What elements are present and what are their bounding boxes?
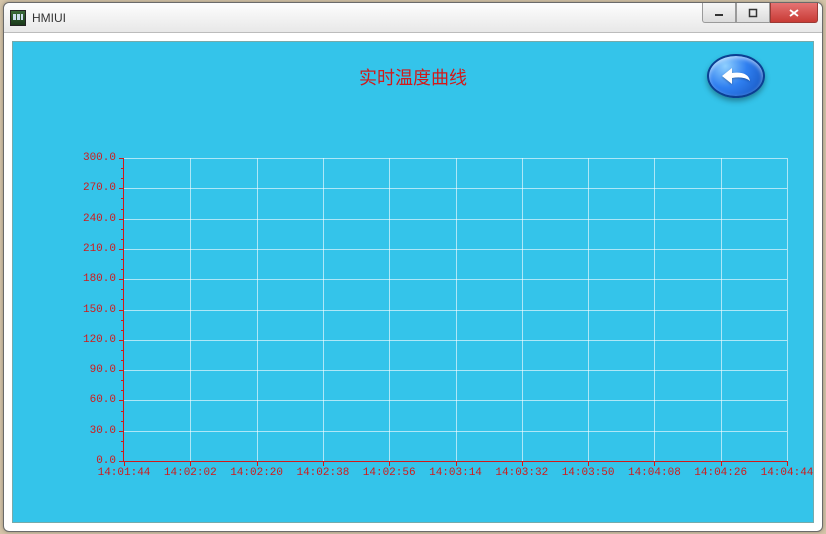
- y-tick-minor: [121, 441, 124, 442]
- y-tick-minor: [121, 269, 124, 270]
- y-tick: [119, 310, 124, 311]
- y-tick-minor: [121, 360, 124, 361]
- x-tick: [654, 461, 655, 466]
- app-icon: [10, 10, 26, 26]
- y-tick: [119, 279, 124, 280]
- close-icon: [788, 8, 800, 18]
- y-tick-minor: [121, 168, 124, 169]
- y-tick-minor: [121, 178, 124, 179]
- minimize-button[interactable]: [702, 3, 736, 23]
- x-axis-label: 14:04:44: [761, 467, 814, 479]
- x-tick: [588, 461, 589, 466]
- y-tick-minor: [121, 411, 124, 412]
- y-tick: [119, 188, 124, 189]
- window-title: HMIUI: [32, 11, 66, 25]
- y-axis-label: 90.0: [90, 364, 116, 376]
- x-axis-label: 14:03:32: [495, 467, 548, 479]
- y-axis-label: 180.0: [83, 273, 116, 285]
- y-tick: [119, 249, 124, 250]
- gridline-vertical: [522, 158, 523, 461]
- temperature-chart: 0.0 30.0 60.0 90.0 120.0 150.0 180.0 210.0 240.0…: [67, 158, 791, 486]
- x-axis-label: 14:04:26: [694, 467, 747, 479]
- y-axis-label: 150.0: [83, 304, 116, 316]
- y-tick-minor: [121, 229, 124, 230]
- y-tick-minor: [121, 198, 124, 199]
- close-button[interactable]: [770, 3, 818, 23]
- x-tick: [787, 461, 788, 466]
- y-axis-label: 210.0: [83, 243, 116, 255]
- y-tick: [119, 340, 124, 341]
- x-axis-label: 14:02:20: [230, 467, 283, 479]
- y-tick-minor: [121, 380, 124, 381]
- client-area: 实时温度曲线 0.0 30.0 60.0 90.0 120.0 150.0 180.0 210…: [12, 41, 814, 523]
- y-tick-minor: [121, 421, 124, 422]
- x-tick: [721, 461, 722, 466]
- x-axis-label: 14:01:44: [98, 467, 151, 479]
- x-axis-label: 14:02:02: [164, 467, 217, 479]
- y-tick: [119, 370, 124, 371]
- y-tick: [119, 400, 124, 401]
- y-axis-label: 300.0: [83, 152, 116, 164]
- y-tick-minor: [121, 320, 124, 321]
- y-tick-minor: [121, 451, 124, 452]
- page-title: 实时温度曲线: [13, 64, 813, 90]
- plot-area: 0.030.060.090.0120.0150.0180.0210.0240.0…: [123, 158, 787, 462]
- y-axis-label: 60.0: [90, 394, 116, 406]
- gridline-vertical: [654, 158, 655, 461]
- series-line: [124, 461, 522, 462]
- titlebar[interactable]: HMIUI: [4, 3, 822, 33]
- x-tick: [522, 461, 523, 466]
- x-axis-label: 14:04:08: [628, 467, 681, 479]
- window-controls: [702, 3, 818, 23]
- x-axis-label: 14:03:14: [429, 467, 482, 479]
- gridline-vertical: [190, 158, 191, 461]
- x-axis-label: 14:03:50: [562, 467, 615, 479]
- y-tick: [119, 431, 124, 432]
- back-arrow-icon: [718, 65, 754, 87]
- x-axis-label: 14:02:38: [296, 467, 349, 479]
- gridline-vertical: [389, 158, 390, 461]
- y-tick-minor: [121, 239, 124, 240]
- y-axis-label: 0.0: [96, 455, 116, 467]
- y-tick-minor: [121, 330, 124, 331]
- app-window: HMIUI 实时温度曲线 0.0 30.0 60.0 90.0 120.0: [3, 2, 823, 532]
- y-tick-minor: [121, 299, 124, 300]
- minimize-icon: [714, 8, 724, 18]
- gridline-vertical: [257, 158, 258, 461]
- maximize-icon: [748, 8, 758, 18]
- y-tick-minor: [121, 259, 124, 260]
- maximize-button[interactable]: [736, 3, 770, 23]
- gridline-vertical: [323, 158, 324, 461]
- x-axis-label: 14:02:56: [363, 467, 416, 479]
- y-axis-label: 30.0: [90, 425, 116, 437]
- gridline-vertical: [456, 158, 457, 461]
- y-axis-label: 270.0: [83, 182, 116, 194]
- gridline-vertical: [721, 158, 722, 461]
- y-tick: [119, 158, 124, 159]
- y-tick-minor: [121, 390, 124, 391]
- y-tick-minor: [121, 209, 124, 210]
- y-tick-minor: [121, 289, 124, 290]
- y-tick-minor: [121, 350, 124, 351]
- y-axis-label: 120.0: [83, 334, 116, 346]
- back-button[interactable]: [707, 54, 765, 98]
- gridline-vertical: [787, 158, 788, 461]
- y-tick: [119, 219, 124, 220]
- y-axis-label: 240.0: [83, 213, 116, 225]
- gridline-vertical: [588, 158, 589, 461]
